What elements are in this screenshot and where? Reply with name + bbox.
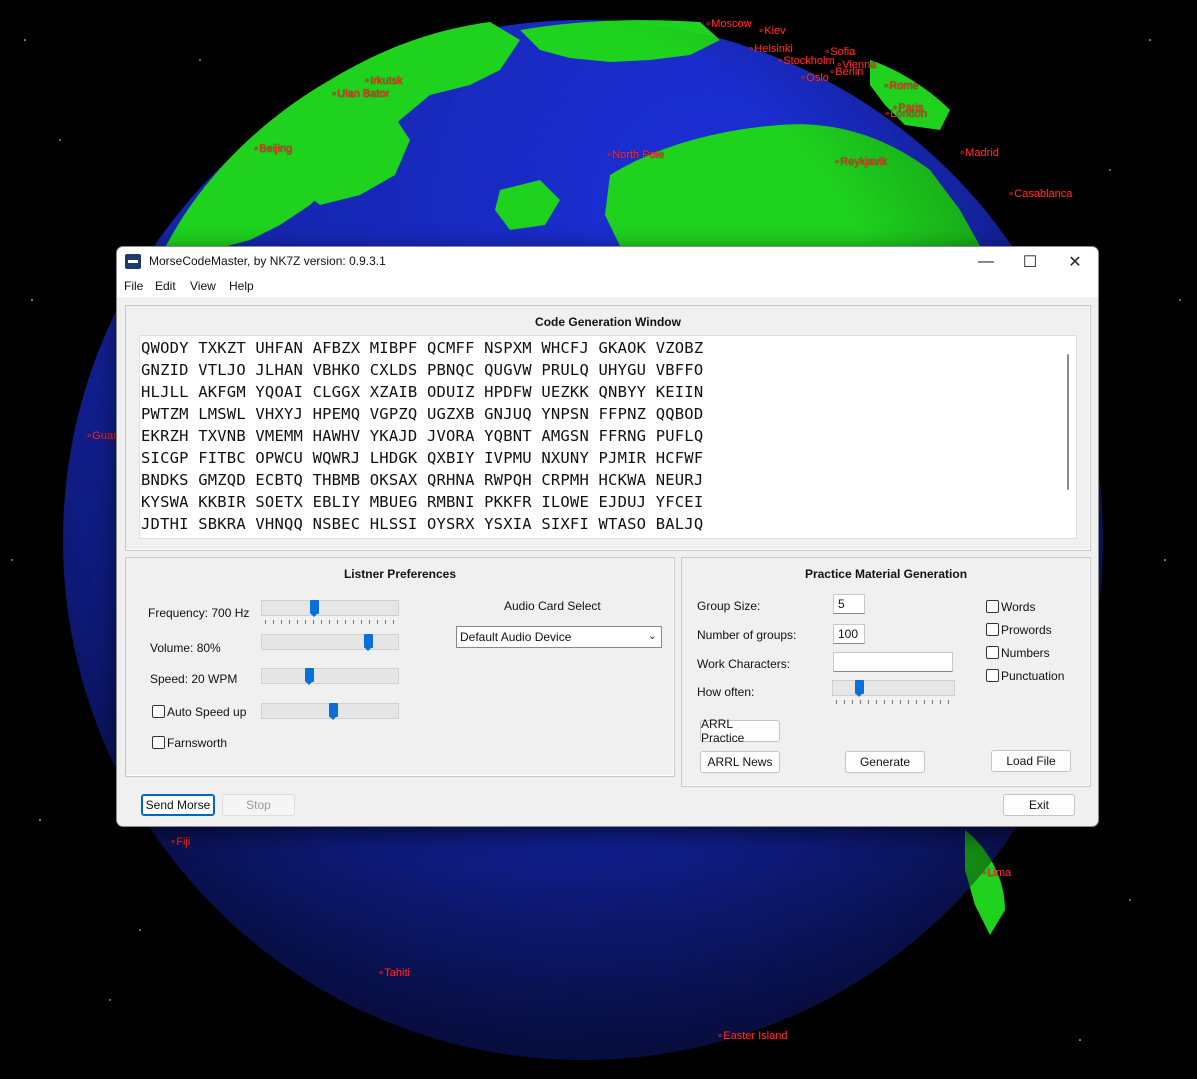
group-size-label: Group Size:	[697, 599, 761, 613]
how-often-slider[interactable]	[832, 680, 955, 697]
window-title: MorseCodeMaster, by NK7Z version: 0.9.3.…	[149, 254, 386, 268]
farnsworth-label: Farnsworth	[167, 736, 228, 750]
how-often-ticks	[836, 700, 950, 704]
city-label: Tahiti	[378, 967, 410, 979]
city-label: Moscow	[705, 18, 751, 30]
practice-material-title: Practice Material Generation	[804, 567, 968, 581]
audio-card-value: Default Audio Device	[460, 630, 572, 644]
volume-slider[interactable]	[261, 634, 399, 651]
stop-button[interactable]: Stop	[222, 794, 295, 816]
practice-material-panel: Practice Material Generation Group Size:…	[681, 557, 1091, 787]
words-checkbox[interactable]	[986, 600, 999, 613]
auto-speed-checkbox[interactable]	[152, 705, 165, 718]
menu-view[interactable]: View	[190, 279, 216, 293]
arrl-news-button[interactable]: ARRL News	[700, 751, 780, 773]
prowords-label: Prowords	[1001, 623, 1052, 637]
code-line: GNZID VTLJO JLHAN VBHKO CXLDS PBNQC QUGV…	[141, 361, 704, 379]
code-generation-title: Code Generation Window	[535, 315, 681, 329]
app-window: MorseCodeMaster, by NK7Z version: 0.9.3.…	[116, 246, 1099, 827]
audio-card-label: Audio Card Select	[504, 599, 601, 613]
code-line: EKRZH TXVNB VMEMM HAWHV YKAJD JVORA YQBN…	[141, 427, 704, 445]
numbers-checkbox[interactable]	[986, 646, 999, 659]
city-label: Helsinki	[748, 43, 793, 55]
audio-card-select[interactable]: Default Audio Device ⌄	[456, 626, 662, 648]
menu-edit[interactable]: Edit	[155, 279, 176, 293]
send-morse-button[interactable]: Send Morse	[141, 794, 215, 816]
city-label: Casablanca	[1008, 188, 1072, 200]
generate-button[interactable]: Generate	[845, 751, 925, 773]
volume-slider-thumb[interactable]	[364, 634, 373, 651]
city-label: North Pole	[606, 149, 664, 161]
number-of-groups-label: Number of groups:	[697, 628, 797, 642]
code-scrollbar[interactable]	[1067, 354, 1069, 490]
code-line: PWTZM LMSWL VHXYJ HPEMQ VGPZQ UGZXB GNJU…	[141, 405, 704, 423]
frequency-label: Frequency: 700 Hz	[148, 606, 250, 620]
city-label: Rome	[883, 80, 918, 92]
maximize-button[interactable]: ☐	[1007, 247, 1053, 277]
code-line: QWODY TXKZT UHFAN AFBZX MIBPF QCMFF NSPX…	[141, 339, 704, 357]
listener-preferences-panel: Listner Preferences Frequency: 700 Hz Vo…	[125, 557, 675, 777]
auto-speed-slider[interactable]	[261, 703, 399, 720]
code-line: HLJLL AKFGM YQOAI CLGGX XZAIB ODUIZ HPDF…	[141, 383, 704, 401]
volume-label: Volume: 80%	[150, 641, 221, 655]
minimize-button[interactable]: —	[963, 247, 1009, 277]
city-label: Beijing	[253, 143, 292, 155]
numbers-label: Numbers	[1001, 646, 1050, 660]
city-label: Oslo	[800, 72, 829, 84]
group-size-input[interactable]: 5	[833, 594, 865, 614]
city-label: Stockholm	[777, 55, 834, 67]
speed-slider[interactable]	[261, 668, 399, 685]
speed-label: Speed: 20 WPM	[150, 672, 238, 686]
code-generation-panel: Code Generation Window QWODY TXKZT UHFAN…	[125, 305, 1091, 551]
frequency-slider[interactable]	[261, 600, 399, 617]
arrl-practice-button[interactable]: ARRL Practice	[700, 717, 780, 745]
code-line: JDTHI SBKRA VHNQQ NSBEC HLSSI OYSRX YSXI…	[141, 515, 704, 533]
frequency-ticks	[265, 620, 394, 624]
city-label: Berlin	[829, 66, 863, 78]
close-button[interactable]: ✕	[1052, 247, 1098, 277]
exit-button[interactable]: Exit	[1003, 794, 1075, 816]
city-label: Lima	[981, 867, 1011, 879]
city-label: Easter Island	[717, 1030, 787, 1042]
prowords-checkbox[interactable]	[986, 623, 999, 636]
how-often-slider-thumb[interactable]	[855, 680, 864, 697]
city-label: London	[884, 108, 927, 120]
work-characters-label: Work Characters:	[697, 657, 791, 671]
code-line: BNDKS GMZQD ECBTQ THBMB OKSAX QRHNA RWPQ…	[141, 471, 704, 489]
chevron-down-icon: ⌄	[647, 630, 657, 642]
city-label: Reykjavik	[834, 156, 887, 168]
menu-file[interactable]: File	[124, 279, 143, 293]
number-of-groups-input[interactable]: 100	[833, 624, 865, 644]
code-line: KYSWA KKBIR SOETX EBLIY MBUEG RMBNI PKKF…	[141, 493, 704, 511]
how-often-label: How often:	[697, 685, 755, 699]
punctuation-checkbox[interactable]	[986, 669, 999, 682]
code-text-area[interactable]: QWODY TXKZT UHFAN AFBZX MIBPF QCMFF NSPX…	[139, 335, 1077, 539]
app-icon	[125, 254, 141, 269]
listener-preferences-title: Listner Preferences	[343, 567, 457, 581]
title-bar[interactable]: MorseCodeMaster, by NK7Z version: 0.9.3.…	[117, 247, 1098, 277]
frequency-slider-thumb[interactable]	[310, 600, 319, 617]
speed-slider-thumb[interactable]	[305, 668, 314, 685]
work-characters-input[interactable]	[833, 652, 953, 672]
city-label: Ulan Bator	[331, 88, 389, 100]
auto-speed-slider-thumb[interactable]	[329, 703, 338, 720]
menu-help[interactable]: Help	[229, 279, 254, 293]
city-label: Fiji	[170, 836, 190, 848]
city-label: Madrid	[959, 147, 999, 159]
city-label: Irkutsk	[364, 75, 402, 87]
words-label: Words	[1001, 600, 1036, 614]
city-label: Kiev	[758, 25, 785, 37]
load-file-button[interactable]: Load File	[991, 750, 1071, 772]
code-line: SICGP FITBC OPWCU WQWRJ LHDGK QXBIY IVPM…	[141, 449, 704, 467]
farnsworth-checkbox[interactable]	[152, 736, 165, 749]
menu-bar: File Edit View Help	[117, 277, 1098, 297]
punctuation-label: Punctuation	[1001, 669, 1065, 683]
auto-speed-label: Auto Speed up	[167, 705, 247, 719]
